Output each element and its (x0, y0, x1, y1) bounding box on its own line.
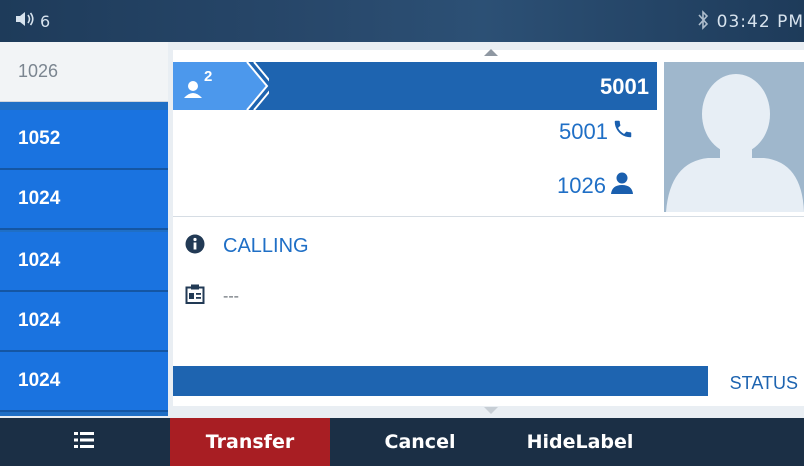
call-state: CALLING (223, 235, 309, 257)
contact-avatar (664, 62, 804, 212)
sidebar-item-label: 1026 (18, 61, 59, 81)
call-header: 2 5001 (173, 61, 657, 111)
local-account-row: 1026 (557, 172, 634, 200)
label-row: --- (185, 284, 239, 309)
sidebar-item-line-4[interactable]: 1024 (0, 232, 168, 292)
status-right: 03:42 PM (697, 10, 804, 34)
person-icon (610, 172, 634, 200)
softkey-bar: Transfer Cancel HideLabel (0, 418, 804, 466)
sidebar-item-label: 1024 (18, 188, 61, 209)
sidebar-item-label: 1052 (18, 128, 61, 149)
remote-number-row: 5001 (559, 118, 634, 146)
sidebar-item-line-6[interactable]: 1024 (0, 352, 168, 412)
remote-number: 5001 (559, 119, 608, 144)
cancel-button[interactable]: Cancel (360, 418, 480, 466)
status-bar: 6 03:42 PM (0, 0, 804, 42)
bluetooth-icon (697, 10, 709, 34)
speaker-icon (14, 10, 36, 32)
sidebar-item-line-1[interactable]: 1026 (0, 42, 168, 102)
menu-list-icon (74, 431, 94, 453)
sidebar-item-line-3[interactable]: 1024 (0, 170, 168, 230)
status-left: 6 (14, 10, 50, 32)
section-divider (173, 216, 804, 217)
phone-icon (612, 118, 634, 146)
scroll-up-arrow-icon[interactable] (484, 49, 498, 56)
hide-label-button[interactable]: HideLabel (505, 418, 655, 466)
menu-button[interactable] (0, 418, 168, 466)
line-count: 6 (40, 11, 51, 31)
sidebar-item-line-2[interactable]: 1052 (0, 110, 168, 170)
status-strip (173, 366, 708, 396)
call-state-row: CALLING (185, 234, 309, 259)
scroll-down-arrow-icon[interactable] (484, 407, 498, 414)
conference-badge[interactable]: 2 (173, 61, 276, 111)
status-label: STATUS (710, 368, 804, 396)
sidebar-item-label: 1024 (18, 250, 61, 271)
conference-count: 2 (204, 68, 213, 85)
sidebar-item-line-5[interactable]: 1024 (0, 292, 168, 352)
label-value: --- (223, 287, 239, 305)
transfer-button[interactable]: Transfer (170, 418, 330, 466)
sidebar-item-label: 1024 (18, 310, 61, 331)
header-number: 5001 (600, 74, 649, 99)
clock: 03:42 PM (716, 12, 804, 32)
clipboard-icon (185, 284, 205, 309)
info-icon (185, 234, 205, 259)
local-account: 1026 (557, 173, 606, 198)
sidebar-item-label: 1024 (18, 370, 61, 391)
